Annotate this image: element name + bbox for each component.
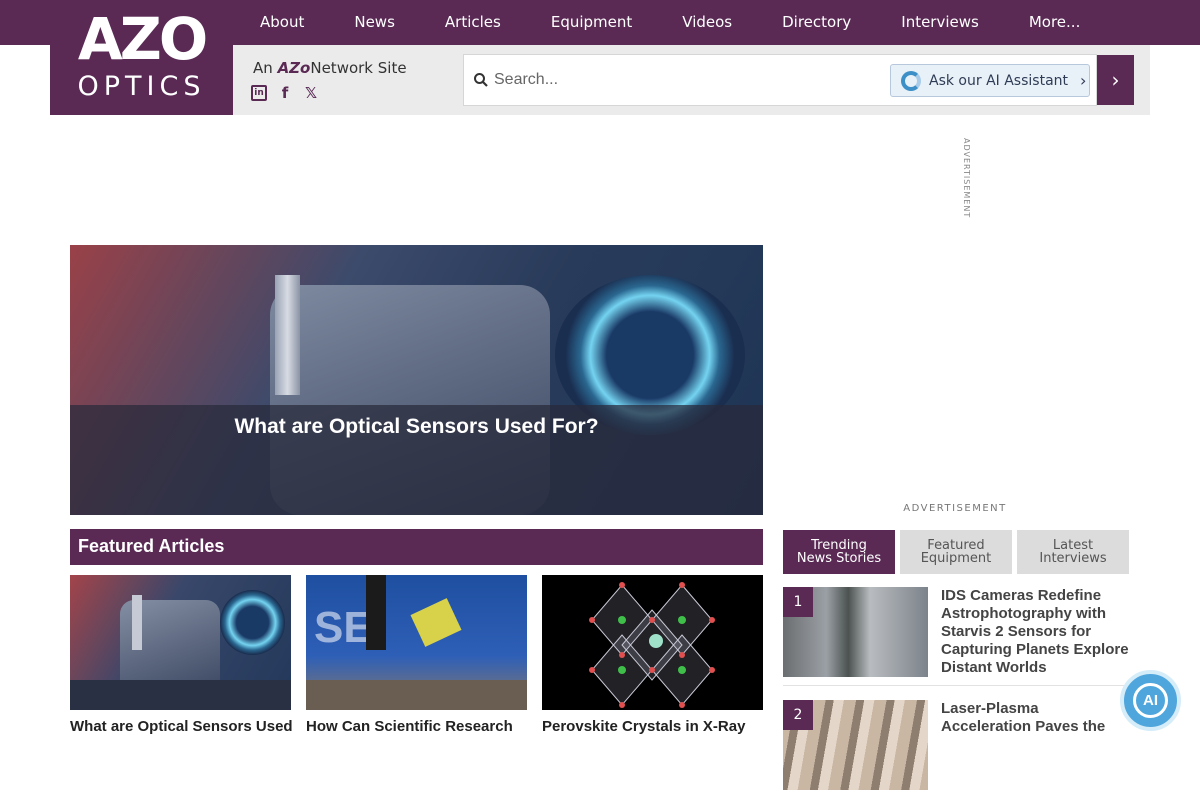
- ai-assistant-button[interactable]: Ask our AI Assistant ›: [890, 64, 1090, 97]
- network-brand: AZo: [277, 59, 311, 77]
- article-thumbnail[interactable]: [70, 575, 291, 710]
- ai-assistant-label: Ask our AI Assistant: [929, 72, 1069, 89]
- article-title[interactable]: How Can Scientific Research: [306, 718, 527, 736]
- x-icon[interactable]: 𝕏: [303, 85, 319, 101]
- facebook-icon[interactable]: f: [277, 85, 293, 101]
- tab-featured-equipment[interactable]: Featured Equipment: [900, 530, 1012, 574]
- sidebar-tabs: Trending News Stories Featured Equipment…: [783, 530, 1129, 574]
- nav-interviews[interactable]: Interviews: [876, 0, 1004, 45]
- nav-more[interactable]: More...: [1004, 0, 1106, 45]
- nav-news[interactable]: News: [329, 0, 420, 45]
- tab-label-line2: Interviews: [1039, 551, 1107, 566]
- nav-about[interactable]: About: [235, 0, 329, 45]
- linkedin-icon[interactable]: in: [251, 85, 267, 101]
- ai-assistant-icon: [901, 70, 921, 91]
- article-thumbnail[interactable]: [542, 575, 763, 710]
- trending-title[interactable]: Laser-Plasma Acceleration Paves the: [941, 700, 1131, 736]
- tab-latest-interviews[interactable]: Latest Interviews: [1017, 530, 1129, 574]
- trending-title[interactable]: IDS Cameras Redefine Astrophotography wi…: [941, 587, 1131, 677]
- crystal-structure-image: [589, 582, 715, 708]
- article-card[interactable]: SE How Can Scientific Research: [306, 575, 527, 736]
- advertisement-label-vertical: ADVERTISEMENT: [962, 138, 971, 219]
- chevron-right-icon: ›: [1080, 71, 1087, 90]
- trending-rank: 2: [783, 700, 813, 730]
- article-title[interactable]: What are Optical Sensors Used: [70, 718, 293, 736]
- nav-videos[interactable]: Videos: [657, 0, 757, 45]
- network-suffix: Network Site: [310, 59, 407, 77]
- tab-label-line2: Equipment: [920, 551, 992, 566]
- network-prefix: An: [253, 59, 273, 77]
- hero-banner[interactable]: What are Optical Sensors Used For?: [70, 245, 763, 515]
- trending-item[interactable]: 2 Laser-Plasma Acceleration Paves the: [783, 700, 1130, 795]
- search-box: Ask our AI Assistant ›: [463, 54, 1097, 106]
- article-title[interactable]: Perovskite Crystals in X-Ray: [542, 718, 763, 736]
- article-card[interactable]: Perovskite Crystals in X-Ray: [542, 575, 763, 736]
- network-tagline[interactable]: An AZoNetwork Site: [253, 59, 407, 77]
- hero-title[interactable]: What are Optical Sensors Used For?: [70, 415, 763, 439]
- header-subbar: An AZoNetwork Site in f 𝕏 Ask our AI Ass…: [233, 45, 1150, 115]
- trending-rank: 1: [783, 587, 813, 617]
- tab-label-line2: News Stories: [796, 551, 882, 566]
- main-nav: About News Articles Equipment Videos Dir…: [235, 0, 1105, 45]
- social-links: in f 𝕏: [251, 85, 319, 101]
- chat-icon: AI: [1133, 683, 1168, 718]
- ai-chat-button[interactable]: AI: [1120, 670, 1181, 731]
- search-input[interactable]: [494, 65, 854, 95]
- search-submit-button[interactable]: ›: [1097, 55, 1134, 105]
- search-icon: [474, 73, 488, 87]
- site-logo[interactable]: AZO OPTICS: [50, 0, 233, 115]
- featured-articles-title: Featured Articles: [78, 536, 225, 556]
- article-thumbnail[interactable]: SE: [306, 575, 527, 710]
- article-card[interactable]: What are Optical Sensors Used: [70, 575, 293, 736]
- nav-directory[interactable]: Directory: [757, 0, 876, 45]
- logo-subtitle: OPTICS: [77, 71, 206, 102]
- hero-image-micrometer: [275, 275, 300, 395]
- advertisement-label: ADVERTISEMENT: [903, 503, 1007, 514]
- nav-equipment[interactable]: Equipment: [526, 0, 657, 45]
- tab-trending-news[interactable]: Trending News Stories: [783, 530, 895, 574]
- nav-articles[interactable]: Articles: [420, 0, 526, 45]
- trending-item[interactable]: 1 IDS Cameras Redefine Astrophotography …: [783, 587, 1130, 682]
- featured-articles-header: Featured Articles: [70, 529, 763, 565]
- trending-divider: [783, 685, 1130, 686]
- logo-wordmark: AZO: [77, 5, 208, 73]
